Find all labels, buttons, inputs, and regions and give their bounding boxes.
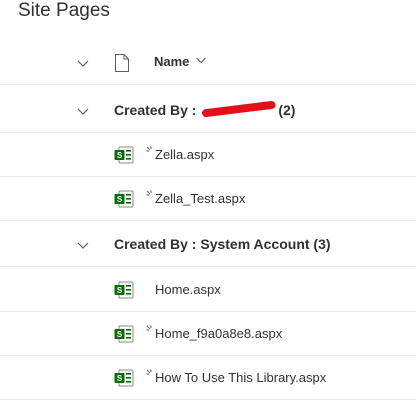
file-name-link[interactable]: Zella_Test.aspx: [155, 191, 245, 206]
list-item[interactable]: S Home_f9a0a8e8.aspx: [0, 312, 416, 356]
group-label: Created By : (2): [114, 100, 296, 118]
list-item[interactable]: S Zella.aspx: [0, 133, 416, 177]
library-title: Site Pages: [18, 0, 110, 21]
chevron-down-icon[interactable]: [76, 104, 90, 118]
document-icon: [114, 54, 130, 72]
group-header: Created By : System Account (3): [0, 223, 416, 267]
svg-text:S: S: [117, 330, 123, 339]
chevron-down-icon[interactable]: [76, 56, 90, 70]
file-name-link[interactable]: Home.aspx: [155, 282, 221, 297]
group-label-prefix: Created By :: [114, 102, 201, 118]
sharepoint-page-icon: S: [114, 325, 134, 343]
svg-text:S: S: [117, 195, 123, 204]
redaction-mark: [201, 100, 277, 118]
list-item[interactable]: S Zella_Test.aspx: [0, 177, 416, 221]
chevron-down-icon[interactable]: [76, 238, 90, 252]
svg-text:S: S: [117, 374, 123, 383]
sharepoint-page-icon: S: [114, 369, 134, 387]
list-item[interactable]: S How To Use This Library.aspx: [0, 356, 416, 400]
file-name-link[interactable]: Zella.aspx: [155, 147, 214, 162]
sharepoint-page-icon: S: [114, 281, 134, 299]
name-column-header[interactable]: Name: [154, 54, 207, 69]
svg-text:S: S: [117, 286, 123, 295]
file-name-link[interactable]: Home_f9a0a8e8.aspx: [155, 326, 282, 341]
list-item[interactable]: S Home.aspx: [0, 268, 416, 312]
svg-text:S: S: [117, 151, 123, 160]
column-header-row: Name: [0, 41, 416, 85]
group-label: Created By : System Account (3): [114, 236, 331, 252]
group-label-count: (2): [278, 102, 296, 118]
sharepoint-page-icon: S: [114, 146, 134, 164]
chevron-down-icon: [195, 54, 207, 69]
file-name-link[interactable]: How To Use This Library.aspx: [155, 370, 326, 385]
sharepoint-page-icon: S: [114, 190, 134, 208]
name-column-label: Name: [154, 54, 190, 69]
group-header: Created By : (2): [0, 89, 416, 133]
